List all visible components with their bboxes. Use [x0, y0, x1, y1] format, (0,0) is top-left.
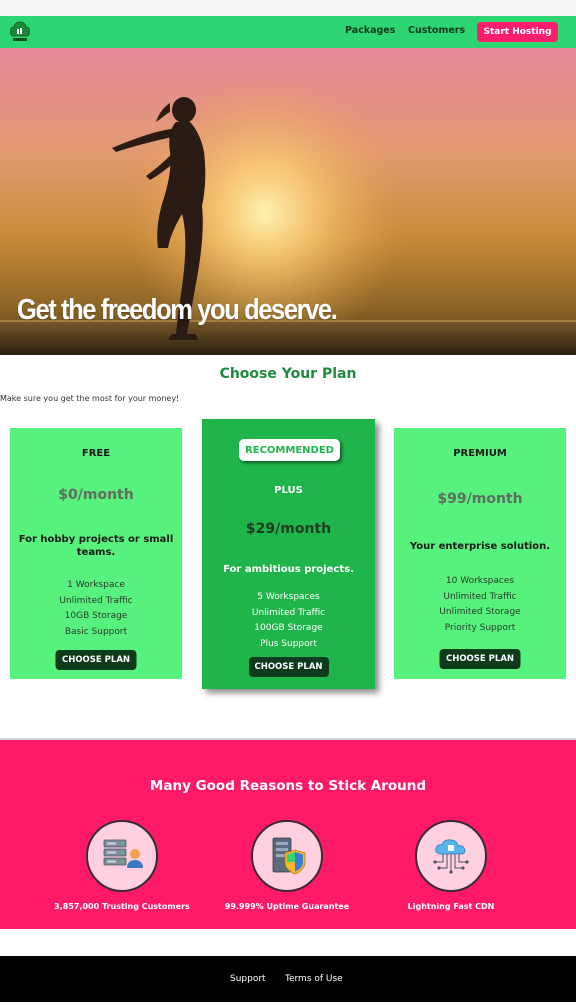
reason-label: Lightning Fast CDN: [407, 902, 495, 911]
main-header: Packages Customers Start Hosting: [0, 16, 576, 48]
reason-cdn: Lightning Fast CDN: [371, 820, 531, 911]
plan-card-free: FREE $0/month For hobby projects or smal…: [10, 428, 182, 679]
logo-icon[interactable]: [8, 20, 32, 44]
plan-feature: 10GB Storage: [64, 611, 128, 621]
plan-feature: 1 Workspace: [67, 580, 125, 590]
footer-support-link[interactable]: Support: [230, 974, 266, 984]
plan-feature: 5 Workspaces: [257, 592, 320, 602]
footer-terms-link[interactable]: Terms of Use: [285, 974, 343, 984]
reasons-section: Many Good Reasons to Stick Around 3,857,…: [0, 738, 576, 929]
recommended-badge: RECOMMENDED: [239, 439, 340, 461]
plan-feature: Unlimited Traffic: [443, 591, 517, 602]
plan-name: PLUS: [274, 485, 303, 496]
plan-feature: Unlimited Traffic: [251, 607, 326, 618]
plan-card-plus: RECOMMENDED PLUS $29/month For ambitious…: [202, 419, 375, 689]
site-footer: Support Terms of Use: [0, 956, 576, 1002]
cloud-network-icon: [415, 820, 487, 892]
plan-card-premium: PREMIUM $99/month Your enterprise soluti…: [394, 428, 566, 679]
plan-feature: Plus Support: [260, 638, 317, 649]
nav-customers[interactable]: Customers: [408, 25, 465, 36]
choose-plan-button[interactable]: CHOOSE PLAN: [439, 649, 521, 669]
plan-description: For hobby projects or small teams.: [18, 534, 174, 558]
plan-price: $99/month: [437, 491, 523, 507]
choose-plan-button[interactable]: CHOOSE PLAN: [55, 650, 137, 670]
plan-description: Your enterprise solution.: [409, 541, 551, 552]
plan-feature: Basic Support: [64, 626, 128, 637]
reason-uptime: 99.999% Uptime Guarantee: [207, 820, 367, 911]
choose-plan-button[interactable]: CHOOSE PLAN: [248, 657, 329, 677]
plan-features: 5 Workspaces Unlimited Traffic 100GB Sto…: [202, 590, 375, 652]
plans-title: Choose Your Plan: [219, 366, 357, 382]
nav-packages[interactable]: Packages: [345, 25, 395, 36]
plan-name: FREE: [81, 448, 111, 459]
reason-customers: 3,857,000 Trusting Customers: [42, 820, 202, 911]
plan-feature: Unlimited Storage: [439, 607, 521, 617]
plan-feature: 10 Workspaces: [445, 576, 515, 586]
plan-feature: Priority Support: [444, 622, 516, 633]
reason-label: 99.999% Uptime Guarantee: [224, 902, 350, 911]
hero-title: Get the freedom you deserve.: [17, 294, 338, 326]
plan-price: $29/month: [245, 521, 332, 537]
start-hosting-button[interactable]: Start Hosting: [477, 22, 558, 42]
plan-features: 1 Workspace Unlimited Traffic 10GB Stora…: [10, 578, 182, 640]
plans-subtitle: Make sure you get the most for your mone…: [0, 394, 180, 403]
plan-price: $0/month: [58, 487, 134, 503]
plan-feature: 100GB Storage: [254, 623, 323, 633]
plan-feature: Unlimited Traffic: [59, 595, 133, 606]
server-customer-icon: [86, 820, 158, 892]
plan-description: For ambitious projects.: [223, 564, 354, 575]
hero-banner: Get the freedom you deserve.: [0, 48, 576, 355]
server-shield-icon: [251, 820, 323, 892]
plan-features: 10 Workspaces Unlimited Traffic Unlimite…: [394, 574, 566, 636]
reasons-title: Many Good Reasons to Stick Around: [149, 778, 427, 794]
top-gap: [0, 0, 576, 16]
plan-name: PREMIUM: [453, 448, 507, 459]
reason-label: 3,857,000 Trusting Customers: [54, 902, 190, 911]
